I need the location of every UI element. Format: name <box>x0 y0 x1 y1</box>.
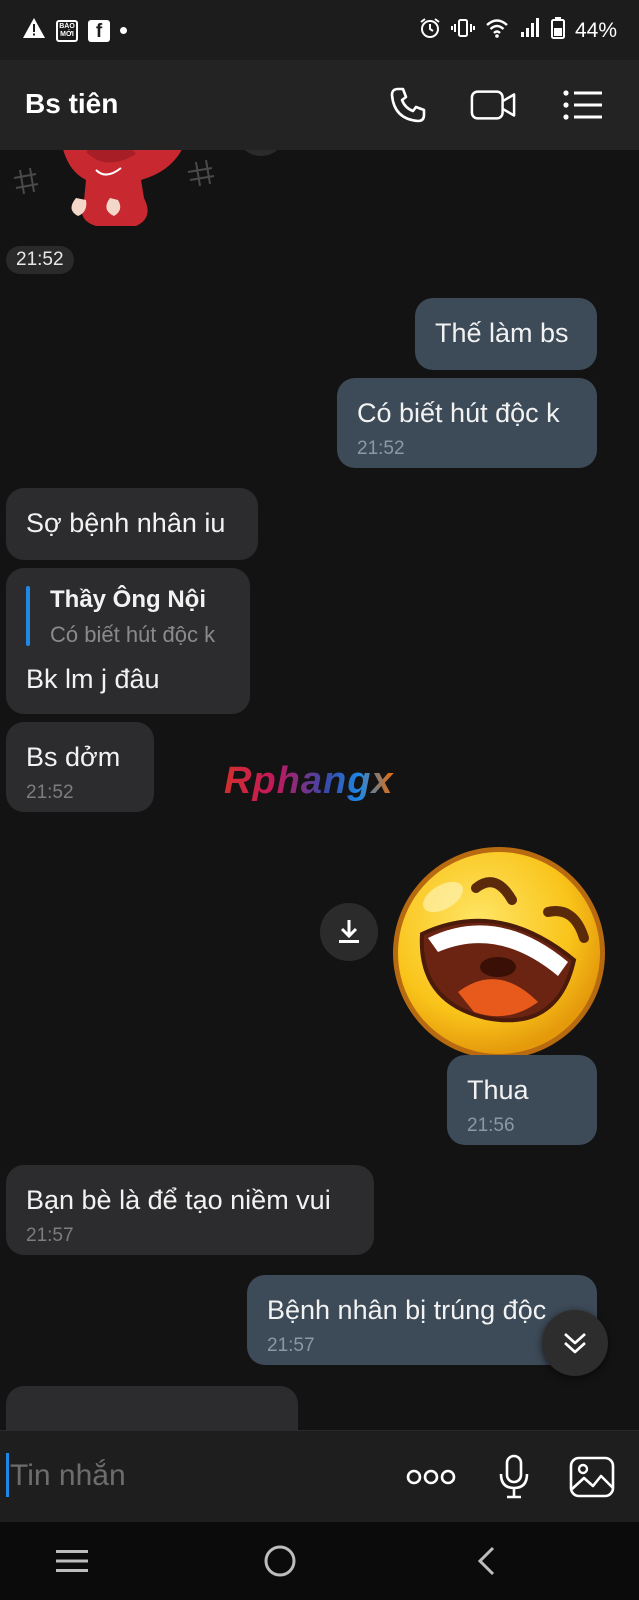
home-icon[interactable] <box>255 1538 305 1584</box>
laughing-emoji-sticker[interactable] <box>388 842 610 1064</box>
message-bubble-outgoing[interactable]: Thua 21:56 <box>447 1055 597 1145</box>
notification-dot-icon <box>120 27 127 34</box>
wifi-icon <box>485 17 509 45</box>
reply-quote-bar <box>26 586 30 646</box>
phone-call-icon[interactable] <box>385 82 431 128</box>
text-cursor <box>6 1453 9 1497</box>
status-bar: BÁO MỚI f 44% <box>0 0 639 60</box>
video-call-icon[interactable] <box>470 82 516 128</box>
battery-icon <box>550 17 565 45</box>
message-input-bar: Tin nhắn <box>0 1430 639 1523</box>
message-text: Bk lm j đâu <box>26 664 160 694</box>
message-bubble-incoming[interactable]: Sợ bệnh nhân iu <box>6 488 258 560</box>
chat-header: Bs tiên <box>0 60 639 150</box>
message-time: 21:57 <box>26 1225 74 1246</box>
message-text: Thua <box>467 1075 529 1105</box>
message-bubble-outgoing[interactable]: Có biết hút độc k 21:52 <box>337 378 597 468</box>
recent-apps-icon[interactable] <box>47 1538 97 1584</box>
sticker-girl[interactable] <box>6 150 226 230</box>
signal-icon <box>519 17 541 45</box>
more-options-icon[interactable] <box>404 1449 458 1505</box>
message-list[interactable]: 21:52 Thế làm bs Có biết hút độc k 21:52… <box>0 150 639 1430</box>
download-button[interactable] <box>320 903 378 961</box>
image-gallery-icon[interactable] <box>568 1449 616 1505</box>
download-icon <box>339 920 359 943</box>
message-text: Sợ bệnh nhân iu <box>26 508 226 538</box>
message-bubble-outgoing[interactable]: Thế làm bs <box>415 298 597 370</box>
system-nav-bar <box>0 1522 639 1600</box>
message-bubble-incoming-reply[interactable]: Thầy Ông Nội Có biết hút độc k Bk lm j đ… <box>6 568 250 714</box>
baomoi-icon: BÁO MỚI <box>56 19 78 42</box>
message-time: 21:57 <box>267 1335 315 1356</box>
message-input[interactable]: Tin nhắn <box>10 1459 126 1493</box>
message-bubble-incoming-partial[interactable] <box>6 1386 298 1430</box>
alarm-icon <box>419 17 441 45</box>
microphone-icon[interactable] <box>494 1449 534 1505</box>
vibrate-icon <box>450 17 475 45</box>
message-time: 21:56 <box>467 1115 515 1136</box>
back-icon[interactable] <box>461 1538 511 1584</box>
reply-sender-name: Thầy Ông Nội <box>50 586 206 613</box>
message-text: Bs dởm <box>26 742 121 772</box>
contact-name[interactable]: Bs tiên <box>25 88 118 120</box>
menu-list-icon[interactable] <box>560 82 606 128</box>
watermark-logo: Rphangx <box>224 760 394 802</box>
battery-percent: 44% <box>574 19 617 42</box>
message-text: Bệnh nhân bị trúng độc <box>267 1295 547 1325</box>
message-text: Bạn bè là để tạo niềm vui <box>26 1185 331 1215</box>
facebook-icon: f <box>88 19 110 42</box>
message-time: 21:52 <box>357 438 405 459</box>
message-bubble-incoming[interactable]: Bạn bè là để tạo niềm vui 21:57 <box>6 1165 374 1255</box>
message-time: 21:52 <box>26 782 74 803</box>
warning-icon <box>22 17 46 44</box>
sticker-timestamp: 21:52 <box>6 246 74 274</box>
sticker-partial-button[interactable] <box>236 150 286 156</box>
scroll-to-bottom-button[interactable] <box>542 1310 608 1376</box>
reply-quoted-text: Có biết hút độc k <box>50 622 216 647</box>
double-chevron-down-icon <box>564 1333 586 1354</box>
message-text: Thế làm bs <box>435 318 569 348</box>
message-bubble-incoming[interactable]: Bs dởm 21:52 <box>6 722 154 812</box>
message-text: Có biết hút độc k <box>357 398 560 428</box>
